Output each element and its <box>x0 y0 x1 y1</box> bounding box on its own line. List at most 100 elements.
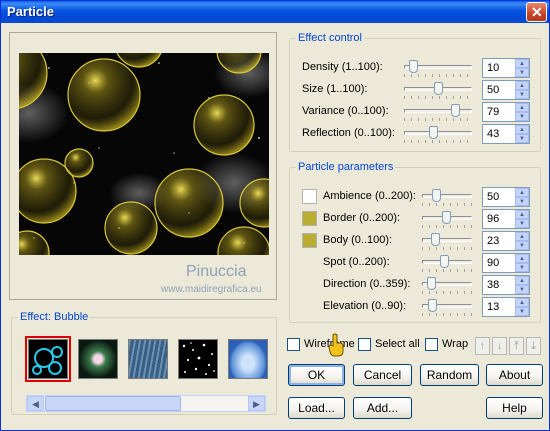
slider-knob[interactable] <box>431 233 440 246</box>
parameter-label: Body (0..100): <box>323 234 393 246</box>
value-spinbox[interactable]: 50 ▲ ▼ <box>482 187 530 207</box>
help-button[interactable]: Help <box>486 397 543 419</box>
watermark-name: Pinuccia <box>186 263 247 280</box>
parameter-slider[interactable] <box>422 277 472 294</box>
slider-knob[interactable] <box>434 82 443 95</box>
value-spinbox[interactable]: 23 ▲ ▼ <box>482 231 530 251</box>
scroll-thumb[interactable] <box>45 396 181 411</box>
parameter-slider[interactable] <box>422 189 472 206</box>
close-icon: ✕ <box>531 4 543 20</box>
parameter-slider[interactable] <box>422 299 472 316</box>
random-button[interactable]: Random <box>420 364 479 386</box>
close-button[interactable]: ✕ <box>526 2 547 22</box>
spin-down-icon[interactable]: ▼ <box>515 285 529 294</box>
value-spinbox[interactable]: 79 ▲ ▼ <box>482 102 530 122</box>
rain-effect-thumb[interactable] <box>128 339 168 379</box>
spin-up-icon[interactable]: ▲ <box>515 276 529 285</box>
value-spinbox[interactable]: 96 ▲ ▼ <box>482 209 530 229</box>
to-bottom-arrow-icon[interactable]: ⤓ <box>526 337 541 355</box>
spin-value[interactable]: 90 <box>487 257 499 269</box>
spin-up-icon[interactable]: ▲ <box>515 232 529 241</box>
value-spinbox[interactable]: 90 ▲ ▼ <box>482 253 530 273</box>
parameter-slider[interactable] <box>404 104 472 121</box>
spin-up-icon[interactable]: ▲ <box>515 210 529 219</box>
slider-track[interactable] <box>422 238 472 242</box>
spin-value[interactable]: 43 <box>487 128 499 140</box>
parameter-slider[interactable] <box>404 60 472 77</box>
bubble-effect-thumb[interactable] <box>25 336 71 382</box>
parameter-slider[interactable] <box>422 211 472 228</box>
effect-scrollbar[interactable]: ◀ ▶ <box>26 395 266 412</box>
parameter-label: Direction (0..359): <box>323 278 411 290</box>
spin-up-icon[interactable]: ▲ <box>515 59 529 68</box>
color-swatch[interactable] <box>302 233 317 248</box>
scroll-right-icon[interactable]: ▶ <box>248 396 265 411</box>
parameter-slider[interactable] <box>404 126 472 143</box>
value-spinbox[interactable]: 10 ▲ ▼ <box>482 58 530 78</box>
add-button[interactable]: Add... <box>353 397 412 419</box>
spin-value[interactable]: 50 <box>487 84 499 96</box>
value-spinbox[interactable]: 13 ▲ ▼ <box>482 297 530 317</box>
cancel-button[interactable]: Cancel <box>353 364 412 386</box>
bubble-preview-art <box>19 53 269 255</box>
spin-value[interactable]: 50 <box>487 191 499 203</box>
slider-track[interactable] <box>422 194 472 198</box>
spin-up-icon[interactable]: ▲ <box>515 125 529 134</box>
watermark-url: www.maidiregrafica.eu <box>161 284 262 295</box>
spin-value[interactable]: 38 <box>487 279 499 291</box>
wireframe-box[interactable] <box>287 338 300 351</box>
slider-knob[interactable] <box>442 211 451 224</box>
up-arrow-icon[interactable]: ↑ <box>475 337 490 355</box>
spin-value[interactable]: 13 <box>487 301 499 313</box>
slider-knob[interactable] <box>440 255 449 268</box>
spin-down-icon[interactable]: ▼ <box>515 307 529 316</box>
value-spinbox[interactable]: 50 ▲ ▼ <box>482 80 530 100</box>
spin-down-icon[interactable]: ▼ <box>515 219 529 228</box>
spin-down-icon[interactable]: ▼ <box>515 263 529 272</box>
load-button[interactable]: Load... <box>288 397 345 419</box>
slider-knob[interactable] <box>427 277 436 290</box>
select-all-box[interactable] <box>358 338 371 351</box>
spin-value[interactable]: 10 <box>487 62 499 74</box>
slider-ticks <box>404 118 472 121</box>
parameter-slider[interactable] <box>422 233 472 250</box>
ok-button[interactable]: OK <box>288 364 345 386</box>
spin-up-icon[interactable]: ▲ <box>515 298 529 307</box>
slider-knob[interactable] <box>451 104 460 117</box>
color-swatch[interactable] <box>302 211 317 226</box>
spin-up-icon[interactable]: ▲ <box>515 188 529 197</box>
title-bar[interactable]: Particle ✕ <box>1 1 549 23</box>
spin-up-icon[interactable]: ▲ <box>515 254 529 263</box>
slider-knob[interactable] <box>432 189 441 202</box>
slider-knob[interactable] <box>409 60 418 73</box>
window-title: Particle <box>7 4 54 19</box>
slider-track[interactable] <box>404 131 472 135</box>
spin-value[interactable]: 96 <box>487 213 499 225</box>
spin-down-icon[interactable]: ▼ <box>515 241 529 250</box>
slider-knob[interactable] <box>428 299 437 312</box>
spin-down-icon[interactable]: ▼ <box>515 112 529 121</box>
color-swatch[interactable] <box>302 189 317 204</box>
wrap-box[interactable] <box>425 338 438 351</box>
scroll-left-icon[interactable]: ◀ <box>27 396 44 411</box>
about-button[interactable]: About <box>486 364 543 386</box>
value-spinbox[interactable]: 43 ▲ ▼ <box>482 124 530 144</box>
snow-effect-thumb[interactable] <box>178 339 218 379</box>
spin-down-icon[interactable]: ▼ <box>515 197 529 206</box>
parameter-slider[interactable] <box>404 82 472 99</box>
slider-track[interactable] <box>404 109 472 113</box>
spin-up-icon[interactable]: ▲ <box>515 81 529 90</box>
cloud-effect-thumb[interactable] <box>228 339 268 379</box>
slider-knob[interactable] <box>429 126 438 139</box>
value-spinbox[interactable]: 38 ▲ ▼ <box>482 275 530 295</box>
spin-down-icon[interactable]: ▼ <box>515 90 529 99</box>
spin-down-icon[interactable]: ▼ <box>515 134 529 143</box>
spin-value[interactable]: 79 <box>487 106 499 118</box>
parameter-slider[interactable] <box>422 255 472 272</box>
spin-up-icon[interactable]: ▲ <box>515 103 529 112</box>
spin-down-icon[interactable]: ▼ <box>515 68 529 77</box>
down-arrow-icon[interactable]: ↓ <box>492 337 507 355</box>
sparkle-effect-thumb[interactable] <box>78 339 118 379</box>
spin-value[interactable]: 23 <box>487 235 499 247</box>
to-top-arrow-icon[interactable]: ⤒ <box>509 337 524 355</box>
